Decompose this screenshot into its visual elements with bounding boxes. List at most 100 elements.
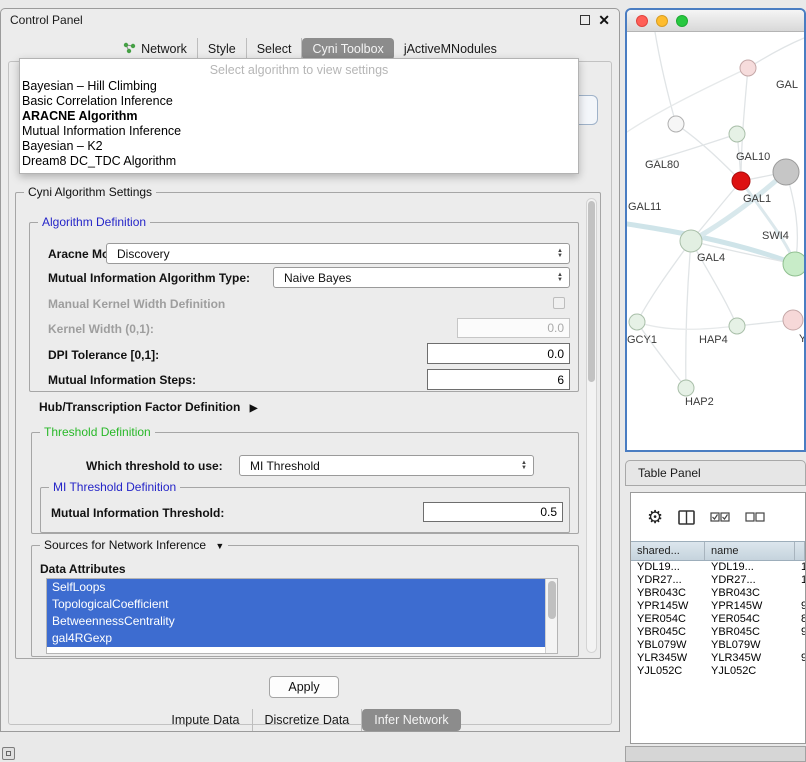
algorithm-option[interactable]: Mutual Information Inference <box>20 124 578 139</box>
aracne-mode-select[interactable]: Discovery ▲▼ <box>106 243 570 264</box>
table-cell <box>795 639 805 652</box>
table-cell: YJL052C <box>705 665 795 678</box>
network-node[interactable] <box>732 172 750 190</box>
column-header-name[interactable]: name <box>705 542 795 560</box>
table-cell: 12 <box>795 574 805 587</box>
algorithm-option[interactable]: Basic Correlation Inference <box>20 94 578 109</box>
mi-threshold-input[interactable] <box>423 502 563 522</box>
network-node[interactable] <box>783 310 803 330</box>
table-row[interactable]: YPR145WYPR145W9. <box>631 600 805 613</box>
network-canvas[interactable]: GALGAL80GAL10GAL11GAL1SWI4GAL4GCY1HAP4HA… <box>627 32 804 450</box>
hub-definition-toggle[interactable]: Hub/Transcription Factor Definition ▶ <box>39 400 257 414</box>
column-header-extra[interactable] <box>795 542 805 560</box>
attribute-list-item[interactable]: SelfLoops <box>47 579 545 596</box>
kernel-width-input[interactable] <box>457 318 570 338</box>
algorithm-definition-title: Algorithm Definition <box>38 215 150 229</box>
settings-scrollbar-thumb[interactable] <box>588 201 595 382</box>
table-cell: 9. <box>795 652 805 665</box>
dpi-tolerance-input[interactable] <box>427 343 570 364</box>
mi-algorithm-type-select[interactable]: Naive Bayes ▲▼ <box>273 267 570 288</box>
table-row[interactable]: YBR043CYBR043C <box>631 587 805 600</box>
attributes-list-scrollbar-thumb[interactable] <box>548 581 556 619</box>
tab-impute-data[interactable]: Impute Data <box>159 709 252 731</box>
network-window-titlebar[interactable] <box>627 10 804 32</box>
network-edge[interactable] <box>741 68 748 181</box>
columns-icon[interactable] <box>678 510 695 525</box>
table-row[interactable]: YBL079WYBL079W <box>631 639 805 652</box>
attribute-list-item[interactable]: TopologicalCoefficient <box>47 596 545 613</box>
algorithm-option[interactable]: Dream8 DC_TDC Algorithm <box>20 154 578 169</box>
table-panel-bottom-scrollbar[interactable] <box>625 746 806 762</box>
sources-title-label: Sources for Network Inference <box>44 538 206 552</box>
minimize-traffic-light-icon[interactable] <box>656 15 668 27</box>
manual-kernel-width-checkbox[interactable] <box>553 297 565 309</box>
sources-group-title[interactable]: Sources for Network Inference ▼ <box>40 538 228 552</box>
column-header-shared-name[interactable]: shared... <box>631 542 705 560</box>
table-row[interactable]: YBR045CYBR045C9. <box>631 626 805 639</box>
manual-kernel-width-label: Manual Kernel Width Definition <box>48 297 225 311</box>
control-panel-titlebar[interactable]: Control Panel ✕ <box>1 9 619 31</box>
network-node[interactable] <box>783 252 804 276</box>
network-edge[interactable] <box>647 134 737 162</box>
close-window-icon[interactable]: ✕ <box>598 14 610 26</box>
panel-corner-icon[interactable] <box>2 747 15 760</box>
table-cell: YBR045C <box>705 626 795 639</box>
table-row[interactable]: YJL052CYJL052C <box>631 665 805 678</box>
tab-cyni-toolbox[interactable]: Cyni Toolbox <box>302 38 393 60</box>
expanded-arrow-icon: ▼ <box>215 541 224 551</box>
network-node[interactable] <box>629 314 645 330</box>
algorithm-option[interactable]: Bayesian – Hill Climbing <box>20 79 578 94</box>
table-cell: YBR045C <box>631 626 705 639</box>
network-node[interactable] <box>678 380 694 396</box>
table-cell: YLR345W <box>631 652 705 665</box>
network-edge[interactable] <box>637 241 691 322</box>
tab-jactivemnodules[interactable]: jActiveMNodules <box>394 38 507 60</box>
attribute-list-item[interactable]: gal4RGexp <box>47 630 545 647</box>
table-row[interactable]: YER054CYER054C8. <box>631 613 805 626</box>
network-node[interactable] <box>773 159 799 185</box>
network-node-label: GCY1 <box>627 334 657 346</box>
tab-select[interactable]: Select <box>247 38 303 60</box>
gear-icon[interactable]: ⚙ <box>647 507 663 528</box>
float-window-icon[interactable] <box>580 15 590 25</box>
attributes-list-scrollbar[interactable] <box>545 579 557 653</box>
close-traffic-light-icon[interactable] <box>636 15 648 27</box>
data-attributes-label: Data Attributes <box>40 562 126 576</box>
network-edge[interactable] <box>748 38 804 68</box>
network-node[interactable] <box>680 230 702 252</box>
table-row[interactable]: YDR27...YDR27...12 <box>631 574 805 587</box>
table-cell: YPR145W <box>631 600 705 613</box>
settings-scrollbar[interactable] <box>586 198 597 653</box>
threshold-definition-title: Threshold Definition <box>40 425 155 439</box>
algorithm-option[interactable]: Bayesian – K2 <box>20 139 578 154</box>
network-edge[interactable] <box>655 32 676 124</box>
table-row[interactable]: YDL19...YDL19...13 <box>631 561 805 574</box>
attribute-list-item[interactable]: BetweennessCentrality <box>47 613 545 630</box>
tab-network[interactable]: Network <box>113 38 198 60</box>
which-threshold-select[interactable]: MI Threshold ▲▼ <box>239 455 534 476</box>
network-edge[interactable] <box>637 322 686 388</box>
network-node[interactable] <box>740 60 756 76</box>
zoom-traffic-light-icon[interactable] <box>676 15 688 27</box>
algorithm-option[interactable]: ARACNE Algorithm <box>20 109 578 124</box>
network-node[interactable] <box>668 116 684 132</box>
table-row[interactable]: YLR345WYLR345W9. <box>631 652 805 665</box>
network-edge[interactable] <box>686 241 691 388</box>
deselect-all-icon[interactable] <box>745 511 765 524</box>
combo-arrows-icon: ▲▼ <box>521 461 527 471</box>
table-panel-title: Table Panel <box>638 466 701 480</box>
select-all-icon[interactable] <box>710 511 730 524</box>
which-threshold-value: MI Threshold <box>250 459 521 473</box>
network-node[interactable] <box>729 126 745 142</box>
tab-discretize-data[interactable]: Discretize Data <box>253 709 363 731</box>
mi-threshold-definition-group: MI Threshold Definition Mutual Informati… <box>40 487 570 533</box>
network-edge[interactable] <box>627 68 748 132</box>
network-node[interactable] <box>729 318 745 334</box>
tab-style[interactable]: Style <box>198 38 247 60</box>
tab-infer-network[interactable]: Infer Network <box>362 709 460 731</box>
mi-steps-input[interactable] <box>427 369 570 390</box>
table-panel-header[interactable]: Table Panel <box>625 460 806 486</box>
algorithm-popup-list: Select algorithm to view settings Bayesi… <box>19 58 579 174</box>
apply-button[interactable]: Apply <box>269 676 339 698</box>
sources-group: Sources for Network Inference ▼ Data Att… <box>31 545 579 657</box>
